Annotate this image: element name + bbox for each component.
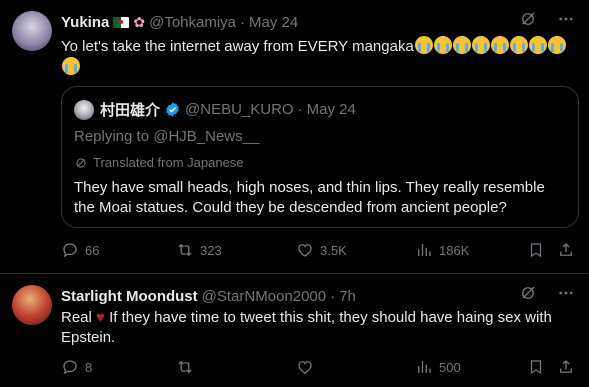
tweet-header: Yukina ✿ @Tohkamiya · May 24	[61, 12, 298, 32]
crying-emoji	[547, 36, 566, 54]
views-count: 500	[439, 359, 461, 375]
crying-emoji	[509, 36, 528, 54]
crying-emoji	[452, 36, 471, 54]
separator-dot: ·	[297, 101, 303, 118]
share-icon	[557, 358, 575, 376]
verified-icon	[166, 102, 179, 117]
tweet-header: Starlight Moondust @StarNMoon2000 · 7h	[61, 286, 356, 306]
timestamp[interactable]: May 24	[249, 14, 298, 31]
tweet-text: Yo let's take the internet away from EVE…	[61, 36, 571, 78]
quoted-tweet-header: 村田雄介 @NEBU_KURO · May 24	[74, 99, 356, 120]
retweet-button[interactable]: 323	[176, 241, 222, 259]
like-button[interactable]	[296, 358, 314, 376]
crying-emoji	[62, 57, 80, 75]
like-button[interactable]: 3.5K	[296, 241, 347, 259]
like-count: 3.5K	[320, 242, 347, 258]
views-icon	[415, 358, 433, 376]
broken-heart-emoji: ♥	[96, 309, 105, 326]
bookmark-button[interactable]	[527, 358, 545, 376]
reply-icon	[61, 358, 79, 376]
tweet-text-post: If they have time to tweet this shit, th…	[61, 309, 552, 346]
avatar[interactable]	[74, 99, 94, 120]
display-name[interactable]: Yukina	[61, 14, 109, 31]
action-bar: 66 323 3.5K 186K	[61, 241, 575, 261]
retweet-icon	[176, 358, 194, 376]
reply-button[interactable]: 66	[61, 241, 99, 259]
action-bar: 8 500	[61, 358, 575, 378]
grok-icon[interactable]	[519, 284, 537, 302]
tweet-text-pre: Real	[61, 309, 92, 326]
views-button[interactable]: 186K	[415, 241, 469, 259]
reply-icon	[61, 241, 79, 259]
quoted-tweet[interactable]: 村田雄介 @NEBU_KURO · May 24 Replying to @HJ…	[61, 86, 579, 228]
views-count: 186K	[439, 242, 470, 258]
handle[interactable]: @NEBU_KURO	[185, 101, 294, 118]
translated-text: Translated from Japanese	[93, 155, 244, 170]
reply-count: 8	[85, 359, 93, 375]
crying-emoji	[471, 36, 490, 54]
cherry-blossom-icon: ✿	[133, 13, 146, 30]
share-button[interactable]	[557, 241, 575, 259]
separator-dot: ·	[330, 287, 336, 305]
crying-emoji	[414, 36, 433, 54]
handle[interactable]: @Tohkamiya	[149, 14, 236, 31]
share-icon	[557, 241, 575, 259]
translated-label: Translated from Japanese	[74, 155, 244, 170]
more-icon[interactable]	[557, 284, 575, 302]
translate-icon	[74, 156, 88, 170]
like-icon	[296, 241, 314, 259]
crying-emoji	[490, 36, 509, 54]
display-name[interactable]: 村田雄介	[100, 99, 160, 120]
retweet-icon	[176, 241, 194, 259]
share-button[interactable]	[557, 358, 575, 376]
tweet[interactable]: Starlight Moondust @StarNMoon2000 · 7h R…	[0, 274, 589, 387]
views-icon	[415, 241, 433, 259]
grok-icon[interactable]	[519, 10, 537, 28]
avatar[interactable]	[12, 285, 52, 325]
bookmark-icon	[527, 358, 545, 376]
quoted-tweet-text: They have small heads, high noses, and t…	[74, 179, 545, 216]
crying-emoji	[528, 36, 547, 54]
like-icon	[296, 358, 314, 376]
avatar[interactable]	[12, 11, 52, 51]
tweet[interactable]: Yukina ✿ @Tohkamiya · May 24 Yo let's ta…	[0, 0, 589, 274]
display-name[interactable]: Starlight Moondust	[61, 288, 198, 305]
bookmark-button[interactable]	[527, 241, 545, 259]
timestamp[interactable]: 7h	[339, 288, 356, 305]
reply-button[interactable]: 8	[61, 358, 92, 376]
handle[interactable]: @StarNMoon2000	[202, 288, 326, 305]
replying-to[interactable]: Replying to @HJB_News__	[74, 128, 259, 145]
algeria-flag-icon	[113, 16, 130, 28]
tweet-text: Real ♥ If they have time to tweet this s…	[61, 308, 571, 348]
separator-dot: ·	[240, 13, 246, 31]
views-button[interactable]: 500	[415, 358, 461, 376]
reply-count: 66	[85, 242, 100, 258]
timestamp[interactable]: May 24	[307, 101, 356, 118]
crying-emoji	[433, 36, 452, 54]
retweet-count: 323	[200, 242, 222, 258]
more-icon[interactable]	[557, 10, 575, 28]
bookmark-icon	[527, 241, 545, 259]
retweet-button[interactable]	[176, 358, 194, 376]
tweet-text-content: Yo let's take the internet away from EVE…	[61, 38, 414, 55]
